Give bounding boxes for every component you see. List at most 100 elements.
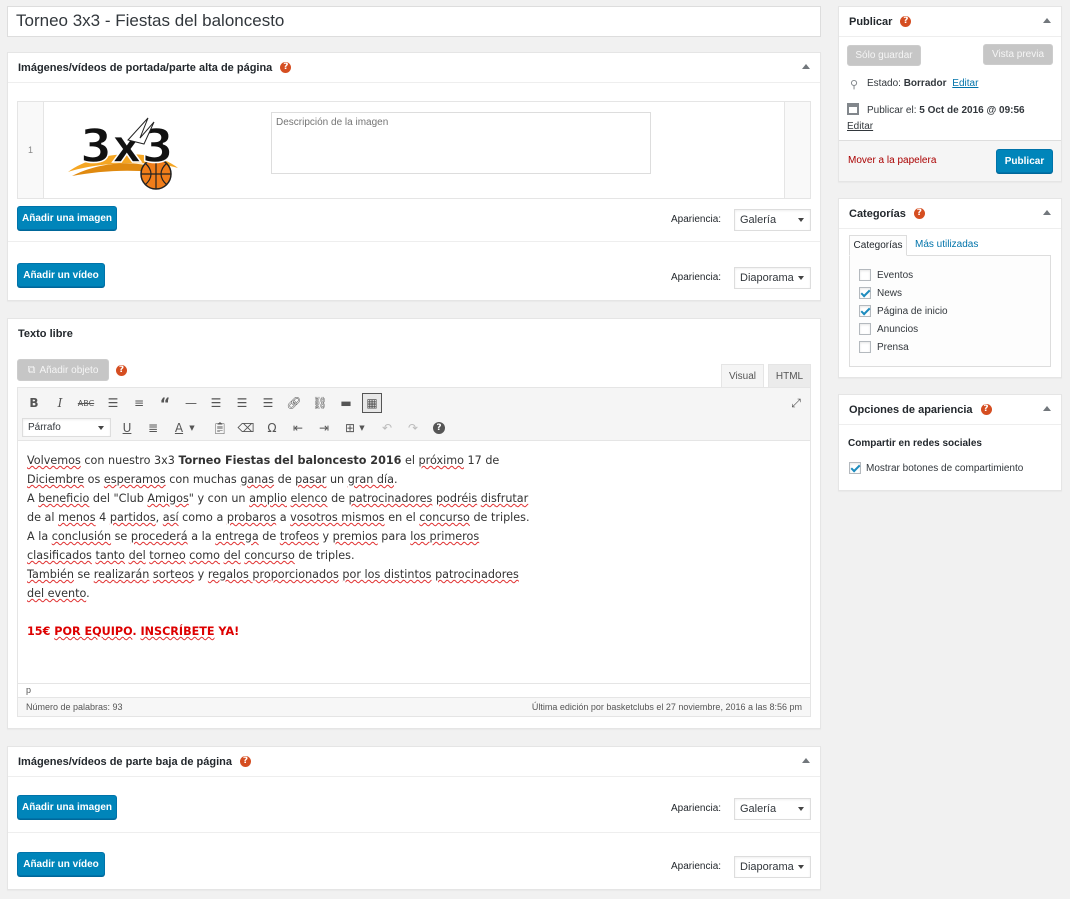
basketball-logo-image[interactable]: 3x3	[58, 110, 218, 194]
content-line: 15€ POR EQUIPO. INSCRÍBETE YA!	[27, 625, 240, 638]
strikethrough-icon[interactable]: ABC	[76, 393, 96, 413]
category-checkbox[interactable]	[859, 269, 871, 281]
align-right-icon[interactable]: ☰	[258, 393, 278, 413]
category-checkbox[interactable]	[859, 341, 871, 353]
categories-title: Categorías	[849, 207, 906, 220]
collapse-arrow-icon[interactable]	[1043, 210, 1051, 215]
status-label: Estado:	[867, 78, 904, 89]
content-line: Diciembre os esperamos con muchas ganas …	[27, 473, 398, 486]
image-appearance-value: Galería	[740, 214, 777, 226]
outdent-icon[interactable]: ⇤	[288, 418, 308, 438]
save-draft-button[interactable]: Sólo guardar	[847, 45, 921, 66]
link-icon[interactable]: 🔗︎	[284, 393, 304, 413]
text-color-icon[interactable]: A	[169, 418, 189, 438]
post-title-input[interactable]: Torneo 3x3 - Fiestas del baloncesto	[7, 6, 821, 37]
collapse-arrow-icon[interactable]	[1043, 18, 1051, 23]
video-appearance-value: Diaporama	[740, 861, 794, 873]
unlink-icon[interactable]: ⛓︎	[310, 393, 330, 413]
underline-icon[interactable]: U	[117, 418, 137, 438]
keyboard-help-icon[interactable]: ?	[429, 418, 449, 438]
format-select[interactable]: Párrafo	[22, 418, 111, 437]
undo-icon[interactable]: ↶	[377, 418, 397, 438]
categories-header[interactable]: Categorías ?	[839, 199, 1061, 229]
editor-footer: Número de palabras: 93 Última edición po…	[17, 697, 811, 717]
category-label: Prensa	[877, 342, 909, 353]
blockquote-icon[interactable]: “	[155, 393, 175, 413]
trash-link[interactable]: Mover a la papelera	[848, 155, 936, 166]
tab-visual[interactable]: Visual	[721, 364, 764, 388]
tab-most-used[interactable]: Más utilizadas	[915, 239, 978, 250]
element-path: p	[17, 683, 811, 697]
bold-icon[interactable]: B	[24, 393, 44, 413]
chevron-down-icon[interactable]: ▼	[357, 418, 367, 438]
indent-icon[interactable]: ⇥	[314, 418, 334, 438]
tab-html[interactable]: HTML	[768, 364, 811, 388]
video-appearance-select[interactable]: Diaporama	[734, 267, 811, 289]
share-buttons-checkbox[interactable]	[849, 462, 861, 474]
justify-icon[interactable]: ≣	[143, 418, 163, 438]
collapse-arrow-icon[interactable]	[802, 758, 810, 763]
publish-on-value: 5 Oct de 2016 @ 09:56	[919, 105, 1025, 116]
category-label: Eventos	[877, 270, 914, 281]
align-left-icon[interactable]: ☰	[206, 393, 226, 413]
content-line: de al menos 4 partidos, así como a proba…	[27, 511, 530, 524]
numbered-list-icon[interactable]: ≡	[129, 393, 149, 413]
publish-button[interactable]: Publicar	[996, 149, 1053, 173]
add-object-label: Añadir objeto	[39, 364, 99, 376]
help-icon[interactable]: ?	[239, 756, 251, 767]
publish-header[interactable]: Publicar ?	[839, 7, 1061, 37]
add-image-button[interactable]: Añadir una imagen	[17, 206, 117, 230]
image-appearance-select[interactable]: Galería	[734, 209, 811, 231]
tab-all-categories[interactable]: Categorías	[849, 235, 907, 256]
toolbar-toggle-icon[interactable]: ▦	[362, 393, 382, 413]
chevron-down-icon	[98, 426, 104, 430]
share-buttons-label: Mostrar botones de compartimiento	[866, 463, 1024, 474]
paste-text-icon[interactable]: 📋︎	[210, 418, 230, 438]
add-object-button[interactable]: ⧉ Añadir objeto	[17, 359, 109, 381]
clear-formatting-icon[interactable]: ⌫	[236, 418, 256, 438]
category-checkbox[interactable]	[859, 287, 871, 299]
align-center-icon[interactable]: ☰	[232, 393, 252, 413]
help-icon[interactable]: ?	[116, 365, 127, 376]
top-media-header[interactable]: Imágenes/vídeos de portada/parte alta de…	[8, 53, 820, 83]
top-media-title: Imágenes/vídeos de portada/parte alta de…	[18, 61, 273, 74]
image-appearance-select[interactable]: Galería	[734, 798, 811, 820]
chevron-down-icon	[798, 218, 804, 222]
collapse-arrow-icon[interactable]	[802, 64, 810, 69]
bottom-media-header[interactable]: Imágenes/vídeos de parte baja de página …	[8, 747, 820, 777]
chevron-down-icon	[798, 276, 804, 280]
horizontal-line-icon[interactable]: —	[181, 393, 201, 413]
last-edit: Última edición por basketclubs el 27 nov…	[531, 702, 802, 712]
chevron-down-icon[interactable]: ▼	[187, 418, 197, 438]
special-character-icon[interactable]: Ω	[262, 418, 282, 438]
help-icon[interactable]: ?	[913, 208, 925, 219]
category-checkbox[interactable]	[859, 323, 871, 335]
edit-date-link[interactable]: Editar	[847, 121, 873, 132]
preview-button[interactable]: Vista previa	[983, 44, 1053, 65]
help-icon[interactable]: ?	[980, 404, 992, 415]
content-line: También se realizarán sorteos y regalos …	[27, 568, 519, 581]
fullscreen-icon[interactable]: ⤢	[786, 393, 806, 413]
appearance-options-header[interactable]: Opciones de apariencia ?	[839, 395, 1061, 425]
gallery-row: 1 3x3	[17, 101, 811, 199]
category-checkbox[interactable]	[859, 305, 871, 317]
add-video-button[interactable]: Añadir un vídeo	[17, 263, 105, 287]
add-video-button[interactable]: Añadir un vídeo	[17, 852, 105, 876]
add-image-button[interactable]: Añadir una imagen	[17, 795, 117, 819]
bullet-list-icon[interactable]: ☰	[103, 393, 123, 413]
row-actions[interactable]	[784, 102, 810, 198]
logo-text: 3x3	[80, 119, 174, 173]
editor-content[interactable]: Volvemos con nuestro 3x3 Torneo Fiestas …	[17, 441, 811, 683]
divider	[8, 832, 820, 833]
edit-status-link[interactable]: Editar	[952, 78, 978, 89]
help-icon[interactable]: ?	[280, 62, 292, 73]
redo-icon[interactable]: ↷	[403, 418, 423, 438]
help-icon[interactable]: ?	[900, 16, 912, 27]
italic-icon[interactable]: I	[50, 393, 70, 413]
read-more-icon[interactable]: ▬	[336, 393, 356, 413]
status-value: Borrador	[903, 78, 947, 89]
image-description-field[interactable]	[271, 112, 651, 174]
video-appearance-select[interactable]: Diaporama	[734, 856, 811, 878]
format-value: Párrafo	[28, 422, 61, 433]
collapse-arrow-icon[interactable]	[1043, 406, 1051, 411]
